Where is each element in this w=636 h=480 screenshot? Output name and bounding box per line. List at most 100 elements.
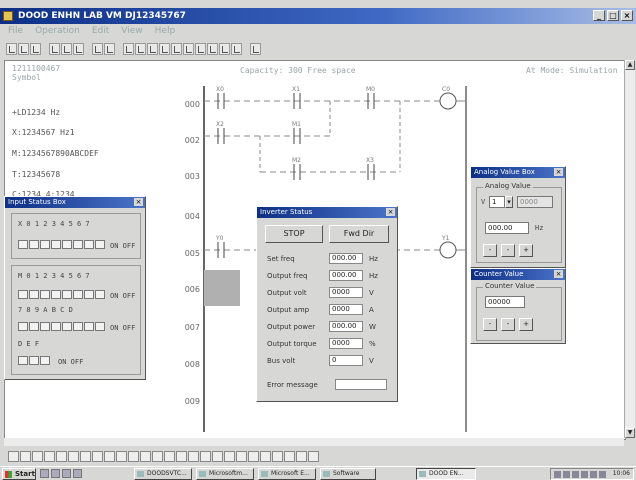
panel-title-bar[interactable]: Input Status Box × (5, 197, 145, 208)
bit-state: ON OFF (58, 358, 84, 366)
reset-button[interactable]: - (501, 318, 515, 331)
forward-button[interactable]: Fwd Dir (329, 225, 389, 243)
field-label: Set freq (267, 255, 295, 263)
instruction-icon[interactable] (152, 451, 163, 462)
start-label: Start (15, 470, 35, 478)
tray-icon[interactable] (572, 471, 579, 478)
close-icon[interactable]: × (134, 198, 143, 206)
instruction-icon[interactable] (260, 451, 271, 462)
field-label: Output torque (267, 340, 317, 348)
instruction-icon[interactable] (68, 451, 79, 462)
contact-label: X3 (366, 157, 374, 164)
tray-icon[interactable] (554, 471, 561, 478)
cursor-cell[interactable] (204, 270, 240, 306)
analog-unit: Hz (535, 224, 544, 232)
volume-icon[interactable] (599, 471, 606, 478)
close-icon[interactable]: × (554, 168, 563, 176)
instruction-icon[interactable] (92, 451, 103, 462)
instruction-icon[interactable] (176, 451, 187, 462)
bit-header: D E F (18, 340, 40, 348)
bit-state: ON OFF (110, 242, 136, 250)
field-row: Set freq 000.00 Hz (267, 253, 385, 265)
task-button[interactable]: Microsoftm... (196, 468, 254, 480)
bit-cells[interactable] (18, 356, 51, 365)
field-value: 000.00 (329, 253, 363, 264)
bit-cells[interactable] (18, 290, 106, 299)
field-unit: % (369, 340, 376, 348)
folder-icon[interactable] (62, 469, 71, 478)
field-value: 000.00 (329, 270, 363, 281)
decrement-button[interactable]: - (483, 318, 497, 331)
instruction-icon[interactable] (56, 451, 67, 462)
instruction-icon[interactable] (284, 451, 295, 462)
field-value: 0000 (329, 287, 363, 298)
panel-title-bar[interactable]: Analog Value Box × (471, 167, 565, 178)
contact-label: X0 (216, 86, 224, 93)
instruction-icon[interactable] (212, 451, 223, 462)
instruction-icon[interactable] (296, 451, 307, 462)
counter-value-input[interactable]: 00000 (485, 296, 525, 308)
group-label: Counter Value (483, 282, 537, 290)
instruction-icon[interactable] (224, 451, 235, 462)
tray-icon[interactable] (581, 471, 588, 478)
task-button-active[interactable]: DOOD EN... (416, 468, 476, 480)
group-label: Analog Value (483, 182, 533, 190)
increment-button[interactable]: + (519, 244, 533, 257)
error-label: Error message (267, 381, 318, 389)
coil-label: Y1 (441, 235, 450, 242)
tray-icon[interactable] (590, 471, 597, 478)
browser-icon[interactable] (51, 469, 60, 478)
stop-button[interactable]: STOP (265, 225, 323, 243)
panel-title-bar[interactable]: Counter Value × (471, 269, 565, 280)
instruction-icon[interactable] (80, 451, 91, 462)
bit-cells[interactable] (18, 240, 106, 249)
instruction-icon[interactable] (8, 451, 19, 462)
field-unit: Hz (369, 272, 378, 280)
task-button[interactable]: Microsoft E... (258, 468, 316, 480)
bit-header: 7 8 9 A B C D (18, 306, 73, 314)
instruction-icon[interactable] (248, 451, 259, 462)
error-row: Error message (267, 379, 387, 391)
close-icon[interactable]: × (554, 270, 563, 278)
chevron-down-icon[interactable]: ▾ (505, 196, 513, 208)
channel-value-readonly: 0000 (517, 196, 553, 208)
field-label: Output volt (267, 289, 307, 297)
increment-button[interactable]: + (519, 318, 533, 331)
instruction-icon[interactable] (308, 451, 319, 462)
instruction-icon[interactable] (20, 451, 31, 462)
task-button[interactable]: Software (320, 468, 376, 480)
bit-cells[interactable] (18, 322, 106, 331)
instruction-icon[interactable] (272, 451, 283, 462)
instruction-icon[interactable] (188, 451, 199, 462)
error-value (335, 379, 387, 390)
instruction-icon[interactable] (164, 451, 175, 462)
instruction-icon[interactable] (32, 451, 43, 462)
close-icon[interactable]: × (386, 208, 395, 216)
instruction-icon[interactable] (128, 451, 139, 462)
instruction-icon[interactable] (44, 451, 55, 462)
field-label: Bus volt (267, 357, 296, 365)
field-label: Output freq (267, 272, 308, 280)
instruction-icon[interactable] (200, 451, 211, 462)
task-button[interactable]: DOODSVTC... (134, 468, 192, 480)
field-row: Output power 000.00 W (267, 321, 385, 333)
field-row: Bus volt 0 V (267, 355, 385, 367)
decrement-button[interactable]: - (483, 244, 497, 257)
reset-button[interactable]: - (501, 244, 515, 257)
media-icon[interactable] (73, 469, 82, 478)
analog-value-input[interactable]: 000.00 (485, 222, 529, 234)
tray-icon[interactable] (563, 471, 570, 478)
panel-title-bar[interactable]: Inverter Status × (257, 207, 397, 218)
desktop-icon[interactable] (40, 469, 49, 478)
contact-label: X1 (292, 86, 300, 93)
field-label: Output amp (267, 306, 310, 314)
analog-value-panel: Analog Value Box × Analog Value V 1 ▾ 00… (470, 166, 566, 268)
channel-select[interactable]: 1 (489, 196, 505, 208)
instruction-icon[interactable] (236, 451, 247, 462)
instruction-icon[interactable] (116, 451, 127, 462)
instruction-icon[interactable] (140, 451, 151, 462)
start-button[interactable]: Start (2, 468, 36, 480)
instruction-toolbar (8, 451, 319, 463)
field-row: Output torque 0000 % (267, 338, 385, 350)
instruction-icon[interactable] (104, 451, 115, 462)
